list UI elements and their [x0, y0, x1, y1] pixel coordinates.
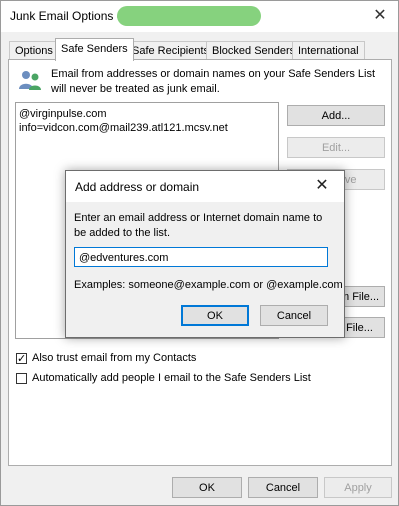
ok-button[interactable]: OK [172, 477, 242, 498]
apply-button[interactable]: Apply [324, 477, 392, 498]
check-icon: ✓ [17, 353, 27, 365]
window-title: Junk Email Options - [10, 9, 121, 23]
tab-safe-recipients[interactable]: Safe Recipients [126, 41, 216, 60]
trust-contacts-checkbox[interactable]: ✓ [16, 353, 27, 365]
dialog-cancel-button[interactable]: Cancel [260, 305, 328, 326]
dialog-examples: Examples: someone@example.com or @exampl… [74, 279, 343, 291]
auto-add-label: Automatically add people I email to the … [32, 372, 311, 384]
list-item[interactable]: info=vidcon.com@mail239.atl121.mcsv.net [19, 122, 228, 134]
people-icon [19, 71, 41, 90]
add-button[interactable]: Add... [287, 105, 385, 126]
tab-blocked-senders[interactable]: Blocked Senders [206, 41, 302, 60]
close-icon[interactable]: ✕ [311, 176, 333, 196]
address-input[interactable]: @edventures.com [74, 247, 328, 267]
auto-add-checkbox[interactable] [16, 373, 27, 384]
add-address-dialog: Add address or domain ✕ Enter an email a… [65, 170, 345, 338]
dialog-prompt: Enter an email address or Internet domai… [74, 212, 323, 239]
list-item[interactable]: @virginpulse.com [19, 108, 107, 120]
close-icon[interactable]: ✕ [370, 6, 390, 26]
safe-senders-description: Email from addresses or domain names on … [51, 68, 376, 95]
edit-button[interactable]: Edit... [287, 137, 385, 158]
dialog-ok-button[interactable]: OK [181, 305, 249, 326]
redacted-title-part [117, 6, 261, 26]
tab-options[interactable]: Options [9, 41, 59, 60]
tab-international[interactable]: International [292, 41, 365, 60]
cancel-button[interactable]: Cancel [248, 477, 318, 498]
trust-contacts-label: Also trust email from my Contacts [32, 352, 197, 364]
tab-safe-senders[interactable]: Safe Senders [55, 38, 134, 61]
dialog-title: Add address or domain [75, 180, 200, 194]
